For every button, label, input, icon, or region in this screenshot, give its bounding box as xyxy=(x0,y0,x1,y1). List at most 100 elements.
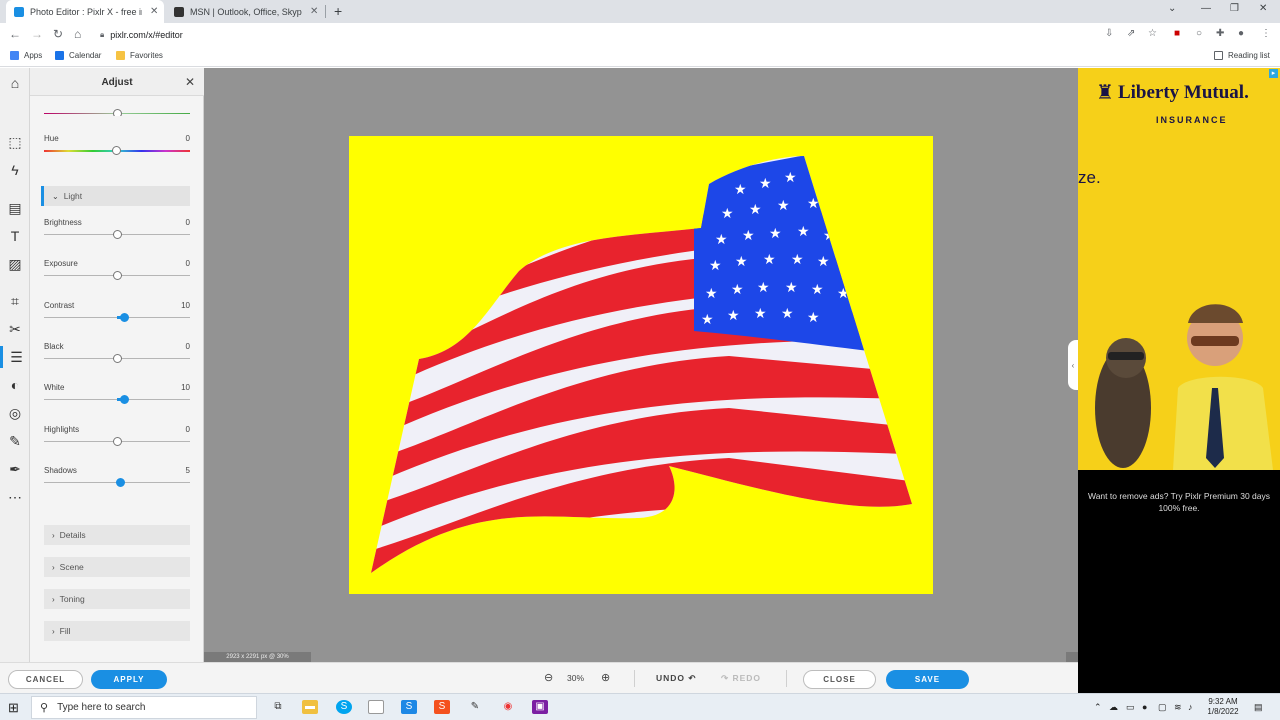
pattern-tool-icon[interactable]: ▨ xyxy=(0,253,30,275)
minimize-icon[interactable]: — xyxy=(1201,3,1211,14)
slider-knob[interactable] xyxy=(120,395,129,405)
filter-tool-icon[interactable]: ◐ xyxy=(0,374,30,396)
window-close-icon[interactable]: ✕ xyxy=(1259,3,1267,14)
adchoices-icon[interactable]: ▸ xyxy=(1269,69,1278,78)
menu-dots-icon[interactable]: ⋮ xyxy=(1261,28,1271,39)
bookmarks-bar: Apps Calendar Favorites Reading list xyxy=(0,46,1280,67)
pdf-extension-icon[interactable]: ■ xyxy=(1174,28,1180,39)
retouch-tool-icon[interactable]: ✎ xyxy=(0,430,30,452)
svg-text:★: ★ xyxy=(734,182,747,198)
restore-icon[interactable]: ❐ xyxy=(1230,3,1239,14)
brush-tool-icon[interactable]: ✒ xyxy=(0,458,30,480)
ad-banner[interactable]: ♜ Liberty Mutual. INSURANCE ze. ▸ xyxy=(1078,68,1280,470)
arrange-tool-icon[interactable]: ⬚ xyxy=(0,131,30,153)
svg-text:★: ★ xyxy=(763,252,776,268)
zoom-level[interactable]: 30% xyxy=(567,673,584,683)
slider-value: 0 xyxy=(185,259,190,269)
section-details[interactable]: › Details xyxy=(44,525,190,545)
home-icon[interactable]: ⌂ xyxy=(0,72,30,94)
slider-knob[interactable] xyxy=(113,230,122,239)
taskbar-clock[interactable]: 9:32 AM 1/8/2022 xyxy=(1200,697,1246,717)
save-button[interactable]: SAVE xyxy=(886,670,969,689)
text-tool-icon[interactable]: T xyxy=(0,225,30,247)
bookmark-apps[interactable]: Apps xyxy=(10,51,42,60)
remove-ads-text[interactable]: Want to remove ads? Try Pixlr Premium 30… xyxy=(1078,490,1280,514)
slider-knob[interactable] xyxy=(112,146,121,155)
pen-app-icon[interactable]: ✎ xyxy=(467,700,483,714)
plus-icon[interactable]: + xyxy=(334,3,342,19)
puzzle-icon[interactable]: ✚ xyxy=(1216,28,1224,39)
reading-list[interactable]: Reading list xyxy=(1214,51,1270,60)
advertisement[interactable]: ♜ Liberty Mutual. INSURANCE ze. ▸ Want t… xyxy=(1078,68,1280,693)
undo-button[interactable]: UNDO ↶ xyxy=(656,673,697,684)
apply-button[interactable]: APPLY xyxy=(91,670,167,689)
section-light[interactable]: ⌄ Light xyxy=(41,186,190,206)
redo-button[interactable]: ↷ REDO xyxy=(721,673,761,684)
notepad-icon[interactable] xyxy=(368,700,384,714)
svg-text:★: ★ xyxy=(817,254,830,270)
slider-knob[interactable] xyxy=(113,271,122,281)
collapse-handle-chevron-icon[interactable]: ‹ xyxy=(1068,340,1078,390)
folder-icon xyxy=(116,51,125,60)
tab-pixlr[interactable]: Photo Editor : Pixlr X - free image ✕ xyxy=(6,0,164,23)
cut-tool-icon[interactable]: ✂ xyxy=(0,318,30,340)
star-icon[interactable]: ☆ xyxy=(1148,28,1157,39)
share-icon[interactable]: ⇗ xyxy=(1127,28,1135,39)
more-tools-icon[interactable]: ⋯ xyxy=(0,486,30,508)
slider-knob[interactable] xyxy=(113,353,122,363)
back-icon[interactable]: ← xyxy=(9,27,21,41)
profile-avatar-icon[interactable]: ● xyxy=(1238,28,1244,39)
slider-knob[interactable] xyxy=(113,436,122,446)
bookmark-calendar[interactable]: Calendar xyxy=(55,51,101,60)
section-toning[interactable]: › Toning xyxy=(44,589,190,609)
app-s-blue-icon[interactable]: S xyxy=(401,700,417,714)
zoom-out-icon[interactable]: ⊖ xyxy=(544,671,553,684)
tab-msn[interactable]: MSN | Outlook, Office, Skype, Bing ✕ xyxy=(166,0,326,23)
volume-icon[interactable]: ♪ xyxy=(1188,702,1193,712)
section-scene[interactable]: › Scene xyxy=(44,557,190,577)
extension-icon[interactable]: ○ xyxy=(1196,28,1202,39)
wifi-icon[interactable]: ≋ xyxy=(1174,702,1182,713)
slider-knob[interactable] xyxy=(120,312,129,322)
skype-icon[interactable]: S xyxy=(336,700,352,714)
app-s-orange-icon[interactable]: S xyxy=(434,700,450,714)
layer-tool-icon[interactable]: ▤ xyxy=(0,197,30,219)
slider-contrast: Contrast 10 xyxy=(44,301,190,337)
section-fill[interactable]: › Fill xyxy=(44,621,190,641)
forward-icon[interactable]: → xyxy=(31,27,43,41)
task-view-icon[interactable]: ⧉ xyxy=(270,700,286,714)
taskbar-search[interactable]: ⚲ Type here to search xyxy=(31,696,257,719)
file-explorer-icon[interactable]: ▬ xyxy=(302,700,318,714)
bookmark-favorites[interactable]: Favorites xyxy=(116,51,163,60)
bookmark-label: Apps xyxy=(24,51,43,60)
adjust-tool-icon[interactable]: ☰ xyxy=(0,346,30,368)
install-icon[interactable]: ⇩ xyxy=(1105,28,1113,39)
slider-knob[interactable] xyxy=(113,109,122,116)
tray-chevron-icon[interactable]: ⌃ xyxy=(1094,702,1102,713)
cancel-button[interactable]: CANCEL xyxy=(8,670,83,689)
svg-text:★: ★ xyxy=(715,232,728,248)
zoom-in-icon[interactable]: ⊕ xyxy=(601,671,610,684)
onedrive-icon[interactable]: ☁ xyxy=(1109,702,1118,713)
close-tab-icon[interactable]: ✕ xyxy=(310,6,318,17)
crop-tool-icon[interactable]: ⌗ xyxy=(0,290,30,312)
close-icon[interactable]: ✕ xyxy=(185,75,195,89)
slider-knob[interactable] xyxy=(116,477,125,487)
display-icon[interactable]: ▢ xyxy=(1158,702,1167,713)
media-app-icon[interactable]: ▣ xyxy=(532,700,548,714)
close-tab-icon[interactable]: ✕ xyxy=(150,6,158,17)
cutout-tool-icon[interactable]: ϟ xyxy=(0,159,30,181)
tab-search-chevron-icon[interactable]: ⌄ xyxy=(1168,3,1176,14)
battery-icon[interactable]: ▭ xyxy=(1126,702,1135,713)
close-button[interactable]: CLOSE xyxy=(803,670,876,689)
liquify-tool-icon[interactable]: ◎ xyxy=(0,402,30,424)
reload-icon[interactable]: ↻ xyxy=(53,27,63,41)
notifications-icon[interactable]: ▤ xyxy=(1254,702,1263,713)
microphone-icon[interactable]: ● xyxy=(1142,702,1147,712)
home-icon[interactable]: ⌂ xyxy=(74,27,81,41)
url-field[interactable]: 🔒︎ pixlr.com/x/#editor xyxy=(100,27,1100,43)
chrome-icon[interactable]: ◉ xyxy=(500,700,516,714)
chevron-right-icon: › xyxy=(52,562,55,572)
windows-start-icon[interactable]: ⊞ xyxy=(8,700,19,716)
image-canvas[interactable]: ★★★ ★★★★ ★★★★★ ★★★★★ ★★★★★★ ★★★★★ xyxy=(349,136,933,594)
